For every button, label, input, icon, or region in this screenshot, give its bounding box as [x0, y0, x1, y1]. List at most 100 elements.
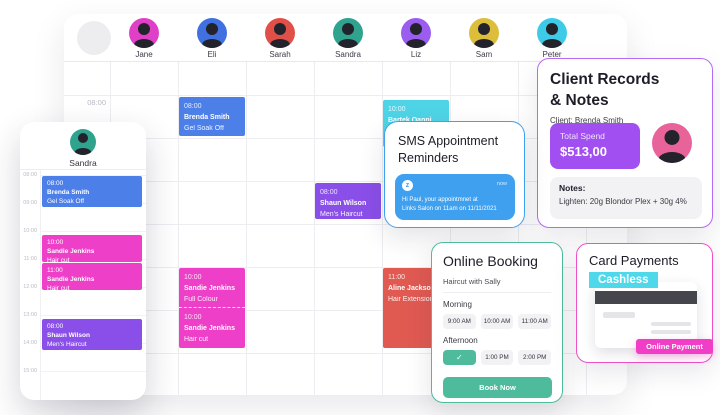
- credit-card-detail-bar: [651, 330, 691, 334]
- event-service: Hair cut: [47, 284, 137, 290]
- staff-name: Sandra: [314, 50, 382, 59]
- staff-column-peter[interactable]: Peter: [518, 18, 586, 59]
- client-title-line2: & Notes: [550, 90, 700, 111]
- total-spend-value: $513,00: [560, 144, 630, 159]
- staff-column-jane[interactable]: Jane: [110, 18, 178, 59]
- book-now-button[interactable]: Book Now: [443, 377, 552, 398]
- avatar-jane: [129, 18, 159, 48]
- staff-name: Sarah: [246, 50, 314, 59]
- event-time: 08:00: [47, 322, 137, 331]
- booking-service-label: Haircut with Sally: [443, 277, 551, 293]
- staff-column-eli[interactable]: Eli: [178, 18, 246, 59]
- event-time: 10:00: [47, 238, 137, 247]
- calendar-event-group-sandie: 10:00 Sandie Jenkins Full Colour 10:00 S…: [179, 268, 245, 348]
- time-gutter-label: 08:00: [21, 172, 37, 178]
- afternoon-slot-row: ✓ 1:00 PM 2:00 PM: [443, 350, 551, 365]
- phone-staff-header: Sandra: [20, 122, 146, 170]
- time-gutter-label: 13:00: [21, 312, 37, 318]
- marketing-composition: Jane Eli Sarah Sandra Liz Sam: [0, 0, 720, 415]
- event-service: Men's Haircut: [47, 340, 137, 349]
- logo-placeholder-circle: [77, 21, 111, 55]
- card-payments-card: Card Payments Cashless Online Payment: [576, 243, 713, 363]
- event-time: 10:00: [184, 272, 240, 283]
- total-spend-label: Total Spend: [560, 131, 630, 141]
- online-booking-card: Online Booking Haircut with Sally Mornin…: [431, 242, 563, 403]
- event-service: Men's Haircut: [320, 209, 376, 219]
- event-time: 08:00: [184, 101, 240, 112]
- slot-button-1pm[interactable]: 1:00 PM: [481, 350, 514, 365]
- staff-column-sandra[interactable]: Sandra: [314, 18, 382, 59]
- grid-line: [40, 170, 41, 400]
- grid-line: [40, 371, 146, 372]
- phone-event-sandie-11[interactable]: 11:00 Sandie Jenkins Hair cut: [42, 263, 142, 290]
- slot-button-9am[interactable]: 9:00 AM: [443, 314, 476, 329]
- notes-text: Lighten: 20g Blondor Plex + 30g 4%: [559, 197, 693, 206]
- total-spend-box: Total Spend $513,00: [550, 123, 640, 169]
- client-records-card: Client Records & Notes Client: Brenda Sm…: [537, 58, 713, 228]
- event-time: 08:00: [47, 179, 137, 188]
- calendar-event-sandie-full-colour[interactable]: 10:00 Sandie Jenkins Full Colour: [179, 268, 245, 308]
- avatar-peter: [537, 18, 567, 48]
- notes-label: Notes:: [559, 183, 693, 193]
- event-client: Sandie Jenkins: [47, 247, 137, 256]
- client-title-line1: Client Records: [550, 69, 700, 90]
- grid-line: [314, 62, 315, 395]
- slot-button-selected[interactable]: ✓: [443, 350, 476, 365]
- event-time: 10:00: [388, 104, 444, 115]
- avatar-sarah: [265, 18, 295, 48]
- event-service: Full Colour: [184, 294, 240, 305]
- check-icon: ✓: [456, 353, 463, 362]
- event-client: Sandie Jenkins: [184, 283, 240, 294]
- time-gutter-label: 09:00: [21, 200, 37, 206]
- sms-title-line2: Reminders: [398, 150, 511, 167]
- afternoon-label: Afternoon: [443, 336, 551, 345]
- credit-card-detail-bar: [651, 322, 691, 326]
- phone-event-brenda-smith[interactable]: 08:00 Brenda Smith Gel Soak Off: [42, 176, 142, 207]
- event-time: 10:00: [184, 312, 240, 323]
- grid-line: [40, 231, 146, 232]
- time-gutter-label: 11:00: [21, 256, 37, 262]
- staff-name: Eli: [178, 50, 246, 59]
- mobile-schedule-card: Sandra 08:00 09:00 10:00 11:00 12:00 13:…: [20, 122, 146, 400]
- phone-event-sandie-10[interactable]: 10:00 Sandie Jenkins Hair cut: [42, 235, 142, 262]
- morning-label: Morning: [443, 300, 551, 309]
- sms-card-title: SMS Appointment Reminders: [398, 133, 511, 167]
- grid-line: [40, 315, 146, 316]
- avatar-sam: [469, 18, 499, 48]
- calendar-event-brenda-smith[interactable]: 08:00 Brenda Smith Gel Soak Off: [179, 97, 245, 136]
- staff-column-liz[interactable]: Liz: [382, 18, 450, 59]
- event-client: Shaun Wilson: [47, 331, 137, 340]
- sms-message-bubble: z now Hi Paul, your appointmnet at Links…: [395, 174, 515, 220]
- time-gutter-label: 15:00: [21, 368, 37, 374]
- event-client: Brenda Smith: [184, 112, 240, 123]
- event-service: Gel Soak Off: [184, 123, 240, 134]
- staff-column-sarah[interactable]: Sarah: [246, 18, 314, 59]
- event-time: 11:00: [47, 266, 137, 275]
- avatar-eli: [197, 18, 227, 48]
- online-payment-button[interactable]: Online Payment: [636, 339, 713, 354]
- avatar-client-brenda: [652, 123, 692, 163]
- sms-reminders-card: SMS Appointment Reminders z now Hi Paul,…: [384, 121, 525, 228]
- slot-button-10am[interactable]: 10:00 AM: [481, 314, 514, 329]
- time-gutter-label: 14:00: [21, 340, 37, 346]
- calendar-event-shaun-wilson[interactable]: 08:00 Shaun Wilson Men's Haircut: [315, 183, 381, 219]
- phone-staff-name: Sandra: [20, 158, 146, 168]
- slot-button-11am[interactable]: 11:00 AM: [518, 314, 551, 329]
- event-client: Brenda Smith: [47, 188, 137, 197]
- phone-event-shaun-wilson[interactable]: 08:00 Shaun Wilson Men's Haircut: [42, 319, 142, 350]
- staff-column-sam[interactable]: Sam: [450, 18, 518, 59]
- event-time: 08:00: [320, 187, 376, 198]
- event-client: Shaun Wilson: [320, 198, 376, 209]
- payments-card-title: Card Payments: [589, 253, 679, 268]
- avatar-sandra: [333, 18, 363, 48]
- event-client: Sandie Jenkins: [47, 275, 137, 284]
- event-service: Hair cut: [47, 256, 137, 262]
- booking-card-title: Online Booking: [443, 253, 551, 269]
- staff-name: Jane: [110, 50, 178, 59]
- client-notes-box: Notes: Lighten: 20g Blondor Plex + 30g 4…: [550, 177, 702, 219]
- slot-button-2pm[interactable]: 2:00 PM: [518, 350, 551, 365]
- event-client: Sandie Jenkins: [184, 323, 240, 334]
- avatar-sandra-phone: [70, 129, 96, 155]
- calendar-event-sandie-hair-cut[interactable]: 10:00 Sandie Jenkins Hair cut: [179, 308, 245, 348]
- time-gutter-label: 12:00: [21, 284, 37, 290]
